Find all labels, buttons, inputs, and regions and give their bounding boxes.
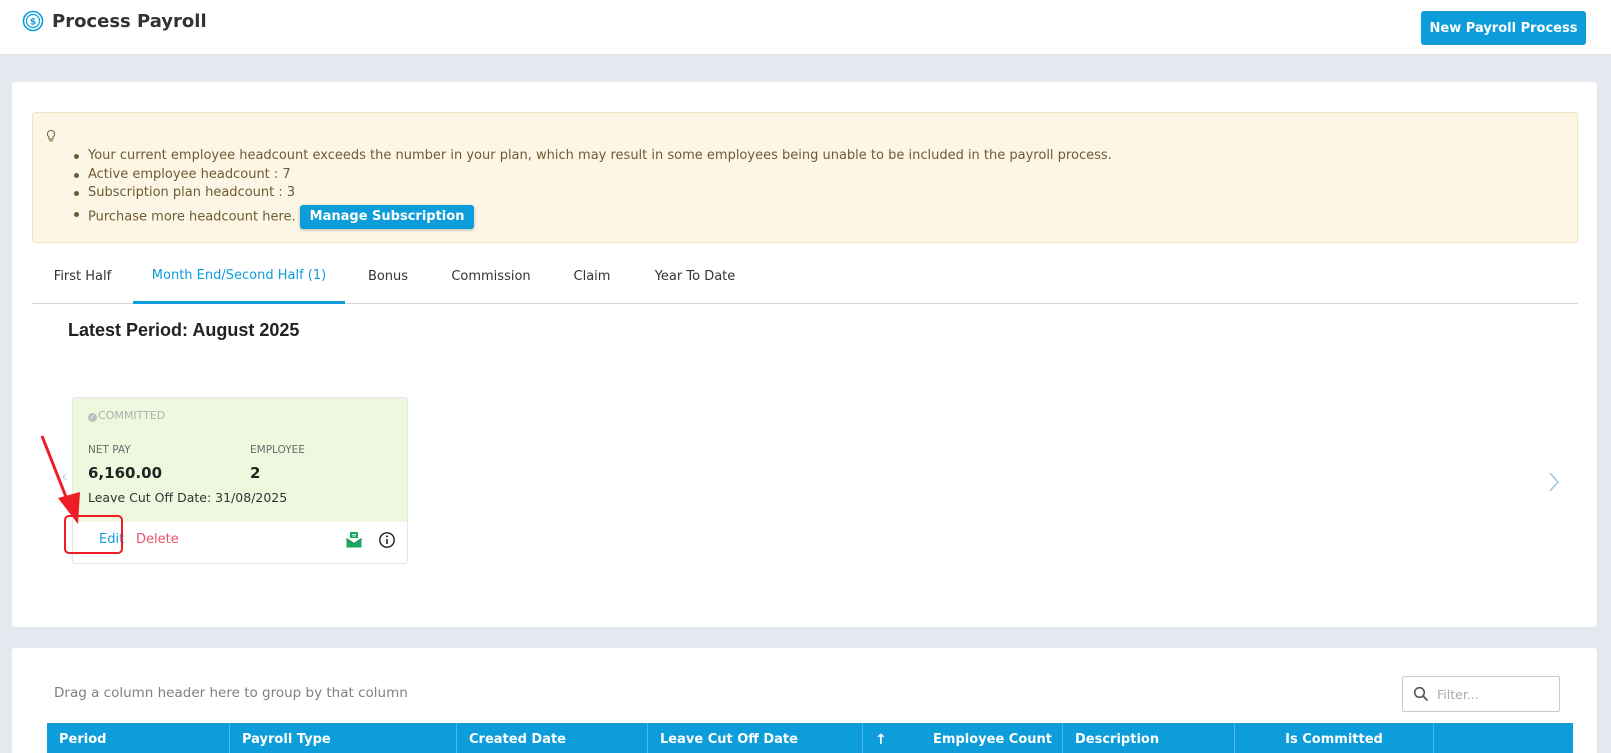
sort-ascending-icon: ↑ — [875, 732, 887, 748]
page-title: Process Payroll — [52, 11, 207, 32]
alert-line: Subscription plan headcount : 3 — [74, 184, 1112, 203]
status-badge: ✓ COMMITTED — [88, 409, 165, 422]
column-employee-count[interactable]: ↑ Employee Count — [863, 723, 1063, 753]
leave-cutoff-date: Leave Cut Off Date: 31/08/2025 — [88, 490, 288, 505]
svg-text:$: $ — [30, 18, 36, 28]
net-pay-value: 6,160.00 — [88, 464, 163, 482]
column-payroll-type[interactable]: Payroll Type — [230, 723, 457, 753]
alert-list: Your current employee headcount exceeds … — [74, 147, 1112, 229]
tab-claim[interactable]: Claim — [551, 254, 633, 304]
payroll-logo-icon: $ — [22, 10, 44, 32]
column-leave-cutoff-date[interactable]: Leave Cut Off Date — [648, 723, 863, 753]
employee-label: EMPLOYEE — [250, 444, 305, 456]
lightbulb-icon — [46, 129, 56, 142]
payroll-tabs: First Half Month End/Second Half (1) Bon… — [32, 254, 1578, 304]
info-icon[interactable] — [378, 531, 396, 549]
payroll-grid-panel: Drag a column header here to group by th… — [12, 648, 1597, 753]
filter-box[interactable] — [1402, 676, 1560, 712]
net-pay-label: NET PAY — [88, 444, 131, 456]
check-circle-icon: ✓ — [88, 413, 97, 422]
column-period[interactable]: Period — [47, 723, 230, 753]
tab-bonus[interactable]: Bonus — [345, 254, 431, 304]
tab-year-to-date[interactable]: Year To Date — [633, 254, 757, 304]
column-created-date[interactable]: Created Date — [457, 723, 648, 753]
new-payroll-process-button[interactable]: New Payroll Process — [1421, 11, 1586, 45]
annotation-arrow-icon — [40, 435, 80, 524]
alert-line-text: Purchase more headcount here. — [88, 209, 296, 224]
search-icon — [1413, 686, 1429, 702]
grid-header-row: Period Payroll Type Created Date Leave C… — [47, 723, 1573, 753]
status-text: COMMITTED — [98, 409, 166, 422]
delete-link[interactable]: Delete — [136, 532, 179, 547]
tab-commission[interactable]: Commission — [431, 254, 551, 304]
alert-line-purchase: Purchase more headcount here. Manage Subs… — [74, 204, 1112, 229]
payroll-panel: Your current employee headcount exceeds … — [12, 82, 1597, 627]
column-is-committed[interactable]: Is Committed — [1235, 723, 1434, 753]
card-summary: ✓ COMMITTED NET PAY EMPLOYEE 6,160.00 2 L… — [73, 398, 407, 522]
filter-input[interactable] — [1437, 685, 1547, 703]
latest-period-title: Latest Period: August 2025 — [68, 320, 300, 340]
tab-month-end-second-half[interactable]: Month End/Second Half (1) — [133, 254, 345, 304]
column-employee-count-label: Employee Count — [933, 732, 1052, 747]
tab-first-half[interactable]: First Half — [32, 254, 133, 304]
alert-line: Active employee headcount : 7 — [74, 166, 1112, 185]
column-actions — [1434, 723, 1573, 753]
manage-subscription-button[interactable]: Manage Subscription — [299, 204, 475, 229]
employee-value: 2 — [250, 464, 261, 482]
payslip-mail-icon[interactable] — [345, 531, 363, 549]
top-bar: $ Process Payroll New Payroll Process — [0, 0, 1611, 55]
carousel-next-icon[interactable] — [1547, 470, 1561, 494]
headcount-alert: Your current employee headcount exceeds … — [32, 112, 1578, 243]
group-by-hint: Drag a column header here to group by th… — [54, 685, 408, 701]
column-description[interactable]: Description — [1063, 723, 1235, 753]
alert-line: Your current employee headcount exceeds … — [74, 147, 1112, 166]
